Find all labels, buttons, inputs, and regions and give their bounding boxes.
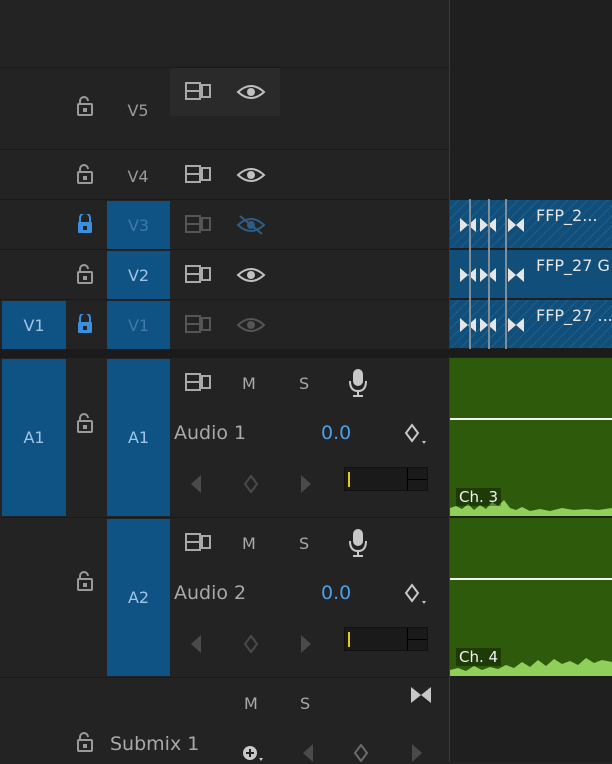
video-clip-v3[interactable]: FFP_2... [450,200,612,248]
track-row-v5: V5 [0,67,449,149]
lock-icon[interactable] [76,314,94,334]
track-row-submix: M S Submix 1 [0,677,449,762]
add-keyframe-icon[interactable] [243,475,259,493]
track-label-v1[interactable]: V1 [107,301,170,349]
track-label-v2[interactable]: V2 [107,251,170,299]
audio-meter [344,467,428,491]
sync-lock-icon[interactable] [184,213,212,235]
eye-icon[interactable] [236,165,266,185]
volume-value[interactable]: 0.0 [321,422,351,444]
track-label-v5[interactable]: V5 [107,96,169,124]
channel-label: Ch. 4 [456,648,502,666]
track-label-v3[interactable]: V3 [107,201,170,249]
clip-name: FFP_27 G [536,256,610,275]
mute-button[interactable]: M [244,694,258,713]
mute-button[interactable]: M [242,534,256,553]
edit-line [469,199,471,349]
video-clip-v2[interactable]: FFP_27 G [450,250,612,298]
video-clip-v1[interactable]: FFP_27 ... [450,300,612,348]
mute-button[interactable]: M [242,374,256,393]
eye-icon[interactable] [236,265,266,285]
audio-clip-a2[interactable]: Ch. 4 [450,518,612,676]
track-row-a1: A1 A1 M S Audio 1 0.0 [0,357,449,517]
sync-lock-icon[interactable] [184,531,212,553]
volume-rubber-band[interactable] [450,418,612,420]
microphone-icon[interactable] [348,368,368,398]
clip-name: FFP_2... [536,206,598,225]
track-name[interactable]: Audio 2 [174,582,246,604]
solo-button[interactable]: S [299,374,309,393]
video-audio-divider[interactable] [0,349,612,357]
track-row-v2: V2 [0,249,449,299]
eye-hidden-icon[interactable] [236,214,266,236]
microphone-icon[interactable] [348,528,368,558]
timeline-header [0,0,449,68]
sync-lock-icon[interactable] [184,313,212,335]
audio-clip-a1[interactable]: Ch. 3 [450,358,612,516]
next-keyframe-icon[interactable] [299,634,313,654]
prev-keyframe-icon[interactable] [189,634,203,654]
solo-button[interactable]: S [299,534,309,553]
lock-icon[interactable] [76,413,94,433]
track-row-v3: V3 [0,199,449,249]
lock-icon[interactable] [76,732,94,752]
keyframe-icon[interactable] [403,582,431,608]
eye-icon[interactable] [236,315,266,335]
sync-lock-icon[interactable] [184,80,212,102]
track-label-a1[interactable]: A1 [107,359,170,516]
volume-value[interactable]: 0.0 [321,582,351,604]
sync-lock-icon[interactable] [184,263,212,285]
track-name[interactable]: Audio 1 [174,422,246,444]
sync-lock-icon[interactable] [184,371,212,393]
channel-label: Ch. 3 [456,488,502,506]
prev-keyframe-icon[interactable] [189,474,203,494]
track-label-v4[interactable]: V4 [107,162,169,190]
source-patch-v1[interactable]: V1 [2,301,66,349]
track-row-v4: V4 [0,149,449,199]
solo-button[interactable]: S [300,694,310,713]
add-keyframe-icon[interactable] [243,635,259,653]
add-effect-icon[interactable] [241,744,265,764]
prev-keyframe-icon[interactable] [301,743,315,763]
keyframe-icon[interactable] [403,422,431,448]
track-label-a2[interactable]: A2 [107,519,170,676]
add-keyframe-icon[interactable] [353,744,369,762]
track-row-a2: A2 M S Audio 2 0.0 [0,517,449,677]
lock-icon[interactable] [76,96,94,116]
submix-name[interactable]: Submix 1 [110,733,199,755]
transition-icon[interactable] [409,685,433,705]
next-keyframe-icon[interactable] [410,743,424,763]
lock-icon[interactable] [76,571,94,591]
edit-line [488,199,490,349]
volume-rubber-band[interactable] [450,578,612,580]
source-patch-a1[interactable]: A1 [2,359,66,516]
eye-icon[interactable] [236,82,266,102]
edit-line [505,199,507,349]
lock-icon[interactable] [76,164,94,184]
audio-meter [344,627,428,651]
next-keyframe-icon[interactable] [299,474,313,494]
lock-icon[interactable] [76,264,94,284]
clip-name: FFP_27 ... [536,306,612,325]
sync-lock-icon[interactable] [184,163,212,185]
track-row-v1: V1 V1 [0,299,449,349]
lock-icon[interactable] [76,214,94,234]
